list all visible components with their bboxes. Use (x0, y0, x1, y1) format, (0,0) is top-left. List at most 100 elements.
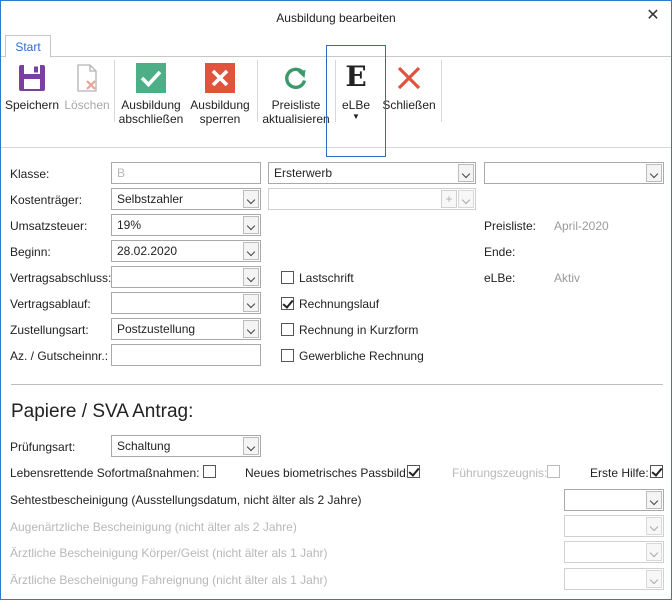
preisliste-value: April-2020 (554, 219, 609, 233)
chevron-down-icon[interactable] (243, 437, 259, 455)
close-button[interactable]: Schließen (381, 58, 437, 130)
save-label: Speichern (4, 98, 60, 112)
zustellungsart-value: Postzustellung (117, 322, 196, 336)
umsatzsteuer-select[interactable]: 19% (111, 214, 261, 236)
rechnungslauf-label: Rechnungslauf (299, 297, 380, 311)
chevron-down-icon[interactable] (243, 216, 259, 234)
tab-start[interactable]: Start (5, 35, 51, 58)
kostentraeger-label: Kostenträger: (10, 193, 83, 207)
checkmark-icon (136, 63, 166, 93)
vertragsablauf-date-picker[interactable] (111, 292, 261, 314)
passbild-checkbox[interactable] (407, 465, 420, 478)
rechnungslauf-checkbox[interactable] (281, 297, 294, 310)
chevron-down-icon[interactable] (243, 242, 259, 260)
augenarzt-date-picker[interactable] (564, 515, 664, 537)
chevron-down-icon[interactable] (243, 268, 259, 286)
ribbon-separator (257, 60, 258, 122)
zustellungsart-select[interactable]: Postzustellung (111, 318, 261, 340)
fuehrungszeugnis-checkbox[interactable] (547, 465, 560, 478)
az-label: Az. / Gutscheinnr.: (10, 349, 109, 363)
lock-label-2: sperren (199, 112, 241, 126)
erwerb-secondary-select[interactable] (484, 162, 664, 184)
complete-training-button[interactable]: Ausbildung abschließen (118, 58, 184, 130)
close-label: Schließen (382, 98, 436, 112)
fahreignung-date-picker[interactable] (564, 568, 664, 590)
chevron-down-icon[interactable] (243, 320, 259, 338)
erwerb-select[interactable]: Ersterwerb (268, 162, 476, 184)
complete-label-2: abschließen (118, 112, 184, 126)
chevron-down-icon[interactable] (646, 570, 662, 588)
delete-button[interactable]: Löschen (63, 58, 111, 130)
elbe-status-label: eLBe: (484, 271, 516, 285)
update-pricelist-button[interactable]: Preisliste aktualisieren (260, 58, 332, 130)
title-bar: Ausbildung bearbeiten ✕ (1, 1, 671, 35)
ribbon-separator (114, 60, 115, 122)
klasse-input[interactable]: B (111, 162, 261, 184)
ende-label: Ende: (484, 245, 516, 259)
chevron-down-icon[interactable] (458, 190, 474, 208)
beginn-label: Beginn: (10, 245, 51, 259)
refresh-icon (285, 67, 307, 90)
fahreignung-label: Ärztliche Bescheinigung Fahreignung (nic… (10, 573, 328, 587)
dialog-window: Ausbildung bearbeiten ✕ Start Speichern … (0, 0, 672, 600)
kurzform-label: Rechnung in Kurzform (299, 323, 419, 337)
gewerblich-label: Gewerbliche Rechnung (299, 349, 424, 363)
sva-section-title: Papiere / SVA Antrag: (11, 401, 194, 422)
kurzform-checkbox[interactable] (281, 323, 294, 336)
vertragsabschluss-date-picker[interactable] (111, 266, 261, 288)
kostentraeger-secondary-select[interactable]: + (268, 188, 476, 210)
sehtest-label: Sehtestbescheinigung (Ausstellungsdatum,… (10, 493, 362, 507)
kostentraeger-value: Selbstzahler (117, 192, 184, 206)
lock-label-1: Ausbildung (190, 98, 250, 112)
lastschrift-label: Lastschrift (299, 271, 354, 285)
floppy-disk-icon (19, 65, 45, 91)
pricelist-label-2: aktualisieren (262, 112, 330, 126)
chevron-down-icon[interactable] (646, 543, 662, 561)
vertragsabschluss-label: Vertragsabschluss: (10, 271, 112, 285)
chevron-down-icon[interactable] (243, 294, 259, 312)
erste-hilfe-checkbox[interactable] (650, 465, 663, 478)
ribbon-separator (441, 60, 442, 122)
chevron-down-icon[interactable] (458, 164, 474, 182)
elbe-highlight-frame (326, 45, 386, 157)
pruefungsart-value: Schaltung (117, 439, 171, 453)
augenarzt-label: Augenärtzliche Bescheinigung (nicht älte… (10, 520, 297, 534)
beginn-value: 28.02.2020 (117, 244, 178, 258)
passbild-label: Neues biometrisches Passbild: (245, 466, 410, 480)
koerper-geist-label: Ärztliche Bescheinigung Körper/Geist (ni… (10, 546, 328, 560)
kostentraeger-select[interactable]: Selbstzahler (111, 188, 261, 210)
close-x-icon (397, 66, 421, 90)
pricelist-label-1: Preisliste (271, 98, 321, 112)
az-input[interactable] (111, 344, 261, 366)
window-title: Ausbildung bearbeiten (276, 11, 396, 25)
erste-hilfe-label: Erste Hilfe: (590, 466, 649, 480)
lock-training-button[interactable]: Ausbildung sperren (187, 58, 253, 130)
elbe-status-value: Aktiv (554, 271, 581, 285)
delete-label: Löschen (64, 98, 110, 112)
zustellungsart-label: Zustellungsart: (10, 323, 89, 337)
complete-label-1: Ausbildung (121, 98, 181, 112)
beginn-date-picker[interactable]: 28.02.2020 (111, 240, 261, 262)
section-divider (11, 384, 663, 385)
klasse-label: Klasse: (10, 167, 50, 181)
sehtest-date-picker[interactable] (564, 489, 664, 511)
chevron-down-icon[interactable] (243, 190, 259, 208)
add-icon[interactable]: + (441, 190, 457, 208)
chevron-down-icon[interactable] (646, 491, 662, 509)
pruefungsart-label: Prüfungsart: (10, 440, 76, 454)
chevron-down-icon[interactable] (646, 164, 662, 182)
gewerblich-checkbox[interactable] (281, 349, 294, 362)
koerper-geist-date-picker[interactable] (564, 541, 664, 563)
pruefungsart-select[interactable]: Schaltung (111, 435, 261, 457)
window-close-icon[interactable]: ✕ (643, 6, 663, 26)
fuehrungszeugnis-label: Führungszeugnis: (452, 466, 548, 480)
delete-document-icon (77, 64, 97, 92)
preisliste-label: Preisliste: (484, 219, 537, 233)
save-button[interactable]: Speichern (4, 58, 60, 130)
umsatzsteuer-label: Umsatzsteuer: (10, 219, 88, 233)
vertragsablauf-label: Vertragsablauf: (10, 297, 91, 311)
sofortmassnahmen-checkbox[interactable] (203, 465, 216, 478)
lastschrift-checkbox[interactable] (281, 271, 294, 284)
chevron-down-icon[interactable] (646, 517, 662, 535)
sofortmassnahmen-label: Lebensrettende Sofortmaßnahmen: (10, 466, 200, 480)
